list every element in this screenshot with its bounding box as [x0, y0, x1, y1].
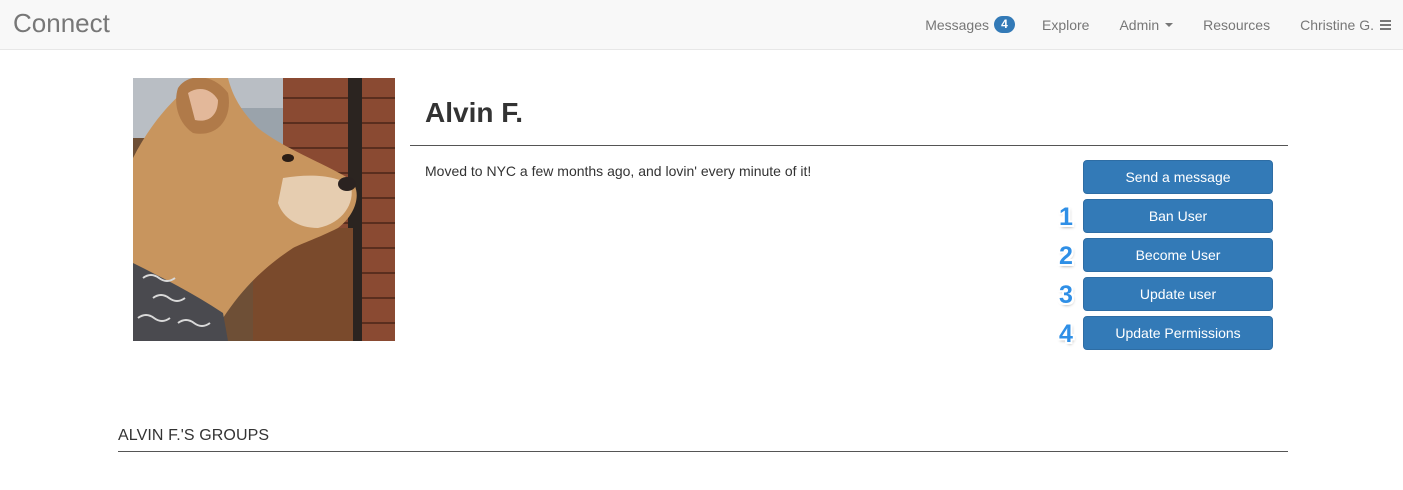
step-number-3: 3: [1059, 281, 1073, 309]
messages-count-badge: 4: [994, 16, 1015, 33]
nav-item-label: Admin: [1119, 16, 1160, 33]
ban-user-button[interactable]: Ban User: [1083, 199, 1273, 233]
groups-divider: [118, 451, 1288, 452]
update-user-button[interactable]: Update user: [1083, 277, 1273, 311]
nav-item-explore[interactable]: Explore: [1027, 0, 1104, 49]
caret-down-icon: [1165, 22, 1174, 27]
profile-bio: Moved to NYC a few months ago, and lovin…: [425, 163, 812, 179]
step-number-4: 4: [1059, 320, 1073, 348]
step-number-2: 2: [1059, 242, 1073, 270]
nav-item-label: Resources: [1203, 16, 1271, 33]
nav-item-admin[interactable]: Admin: [1104, 0, 1188, 49]
nav-menu: Messages 4 Explore Admin Resources Chris…: [910, 0, 1403, 49]
profile-name: Alvin F.: [425, 97, 524, 128]
hamburger-menu-icon: [1380, 19, 1391, 30]
top-navbar: Connect Messages 4 Explore Admin Resourc…: [0, 0, 1403, 50]
nav-item-user-menu[interactable]: Christine G.: [1285, 0, 1403, 49]
send-message-button[interactable]: Send a message: [1083, 160, 1273, 194]
nav-item-label: Messages: [925, 16, 989, 33]
become-user-button[interactable]: Become User: [1083, 238, 1273, 272]
nav-item-messages[interactable]: Messages 4: [910, 0, 1027, 49]
nav-item-resources[interactable]: Resources: [1188, 0, 1285, 49]
step-number-1: 1: [1059, 203, 1073, 231]
groups-heading: ALVIN F.'S GROUPS: [118, 427, 270, 444]
avatar: [133, 78, 395, 341]
nav-item-label: Christine G.: [1300, 16, 1374, 33]
update-permissions-button[interactable]: Update Permissions: [1083, 316, 1273, 350]
name-divider: [410, 145, 1288, 146]
brand-logo[interactable]: Connect: [13, 6, 110, 40]
nav-item-label: Explore: [1042, 16, 1090, 33]
